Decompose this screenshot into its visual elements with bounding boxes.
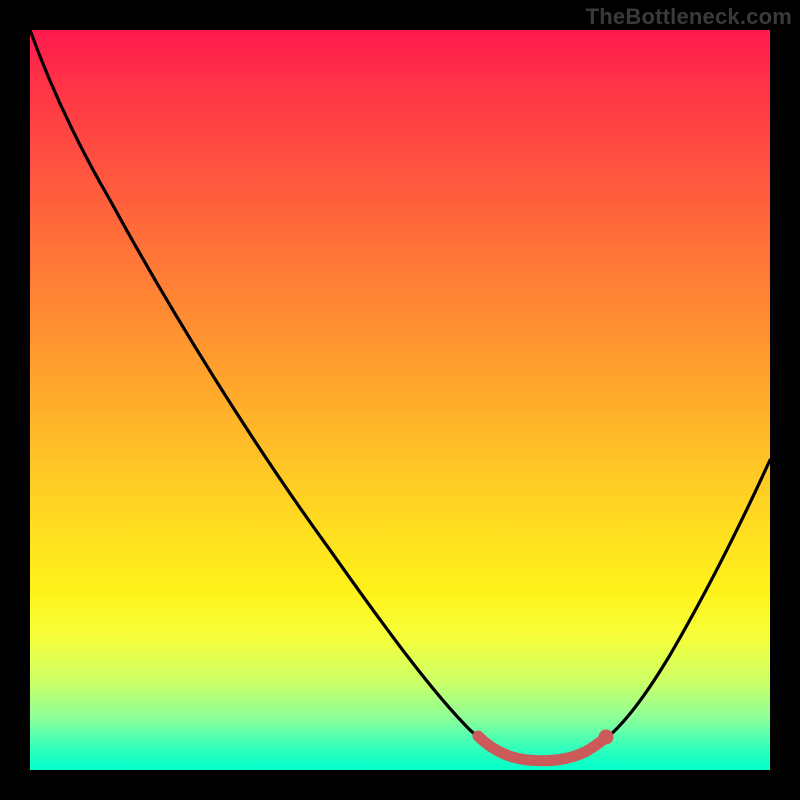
plot-area [30,30,770,770]
optimal-highlight [478,736,604,761]
highlight-end-dot [599,730,614,745]
chart-svg [30,30,770,770]
chart-frame: TheBottleneck.com [0,0,800,800]
bottleneck-curve [30,30,770,761]
watermark-label: TheBottleneck.com [586,4,792,30]
